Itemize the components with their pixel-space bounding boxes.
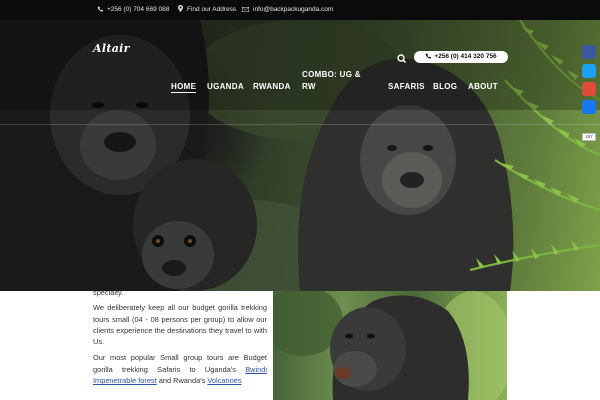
gorilla-photo [273,291,507,400]
nav-blog[interactable]: BLOG [433,81,457,92]
phone-icon [425,53,432,59]
volcanoes-link[interactable]: Volcanoes [207,376,241,385]
topbar-address[interactable]: Find our Address [178,0,236,20]
top-contact-bar: +256 (0) 704 669 088 Find our Address in… [0,0,600,20]
hero-banner: Altair +256 (0) 414 320 756 HOME UGANDA … [0,20,600,291]
topbar-email[interactable]: info@backpackuganda.com [242,0,333,20]
nav-about[interactable]: ABOUT [468,81,498,92]
map-pin-icon [178,5,183,12]
gorilla-photo-image [273,291,507,400]
nav-rwanda[interactable]: RWANDA [253,81,291,92]
search-icon[interactable] [396,53,408,65]
messenger-share-icon[interactable] [582,100,596,114]
nav-safaris[interactable]: SAFARIS [388,81,425,92]
content-line: specialty. [93,288,124,297]
header-phone-button[interactable]: +256 (0) 414 320 756 [414,51,508,63]
nav-combo[interactable]: COMBO: UG & RW [302,69,366,93]
nav-uganda[interactable]: UGANDA [207,81,244,92]
facebook-share-icon[interactable] [582,45,596,59]
content-paragraph-1: We deliberately keep all our budget gori… [93,303,267,347]
phone-icon [97,6,103,12]
topbar-phone[interactable]: +256 (0) 704 669 088 [97,0,169,20]
share-count: 157 [582,133,596,141]
gorilla-hero-image [0,20,600,291]
twitter-share-icon[interactable] [582,64,596,78]
content-paragraph-2: Our most popular Small group tours are B… [93,353,267,386]
intro-content: specialty. We deliberately keep all our … [93,287,267,391]
site-logo[interactable]: Altair [93,42,130,55]
nav-divider [0,124,600,125]
nav-home[interactable]: HOME [171,81,197,93]
email-share-icon[interactable] [582,82,596,96]
mail-icon [242,7,249,12]
